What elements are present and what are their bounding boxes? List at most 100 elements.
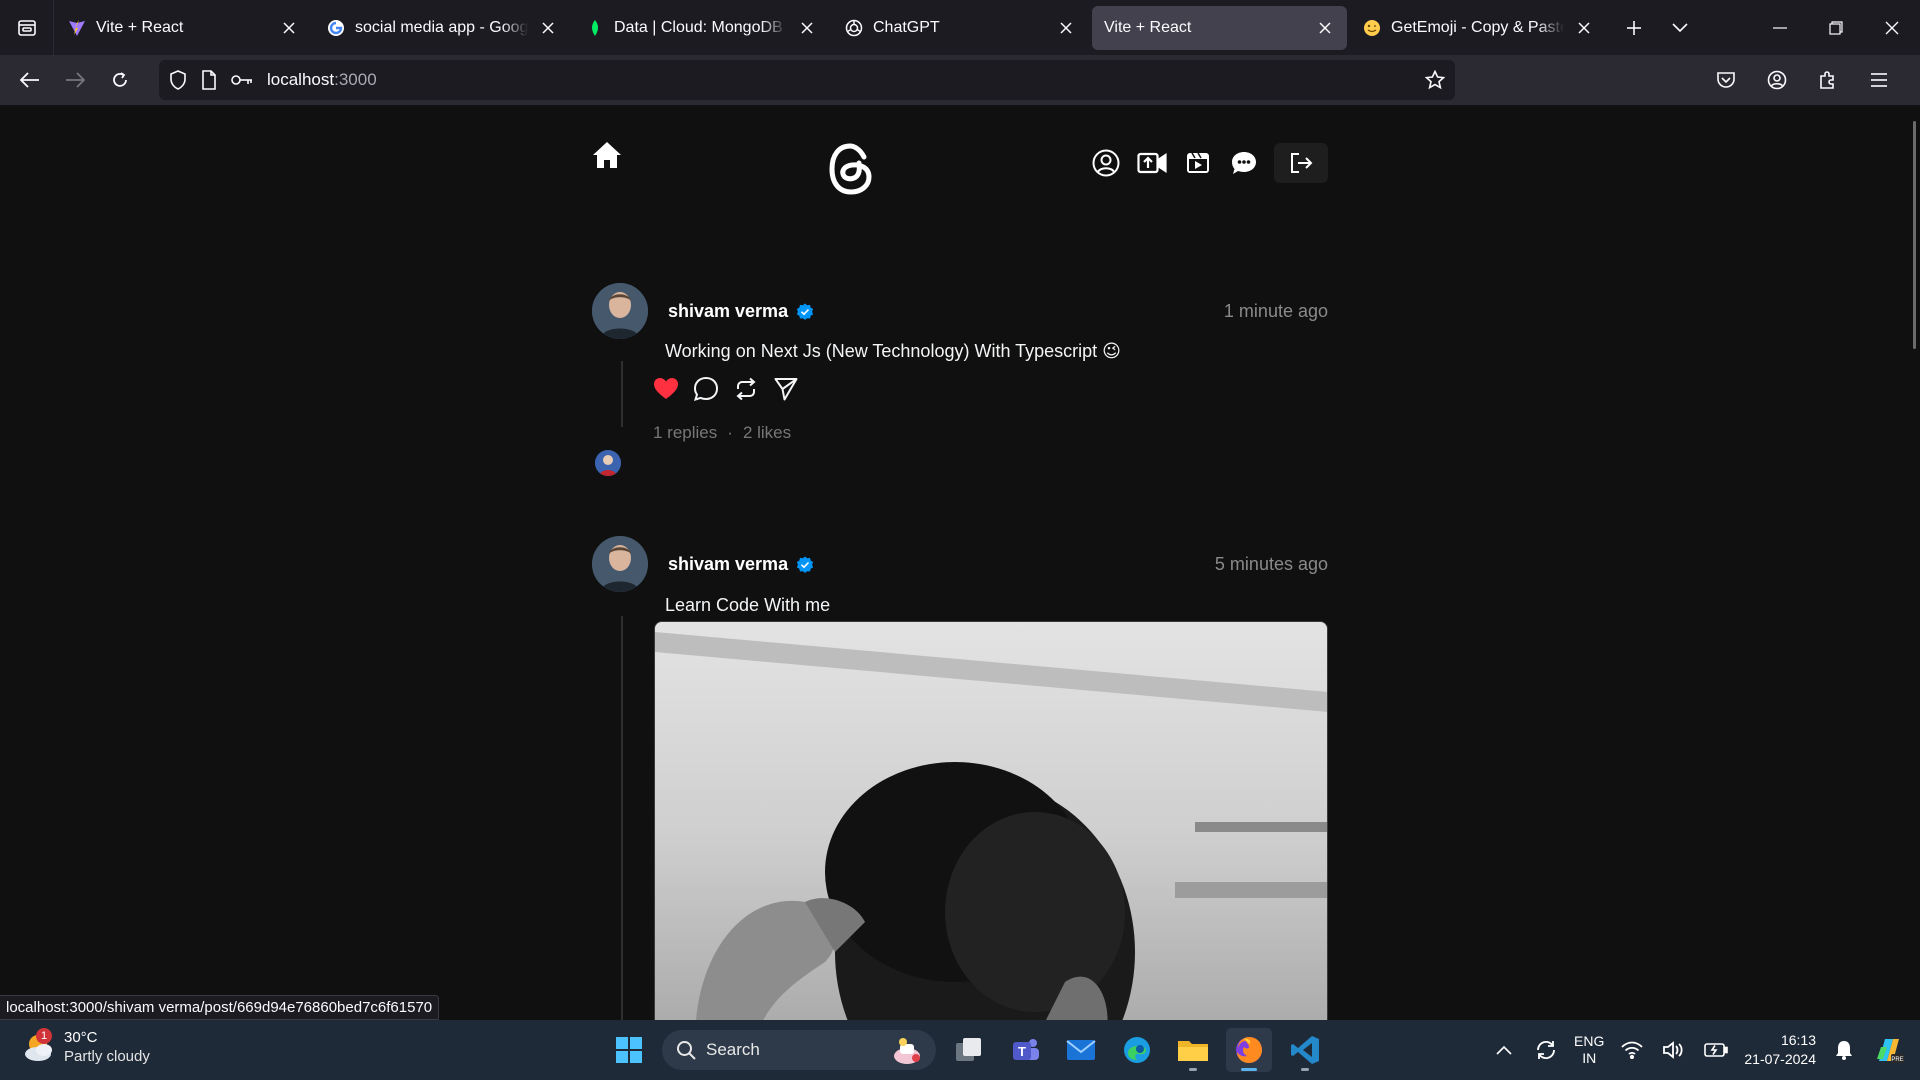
account-button[interactable]: [1757, 60, 1797, 100]
clock[interactable]: 16:13 21-07-2024: [1744, 1031, 1816, 1069]
close-icon[interactable]: [797, 18, 817, 38]
search-icon: [676, 1040, 696, 1060]
volume-button[interactable]: [1660, 1036, 1688, 1064]
home-button[interactable]: [592, 141, 622, 171]
forward-button[interactable]: [55, 60, 95, 100]
stats-separator: ·: [727, 423, 733, 442]
menu-button[interactable]: [1859, 60, 1899, 100]
username[interactable]: shivam verma: [668, 554, 788, 575]
reload-button[interactable]: [100, 60, 140, 100]
verified-badge-icon: [796, 556, 814, 574]
close-icon[interactable]: [1315, 18, 1335, 38]
weather-temp: 30°C: [64, 1029, 98, 1046]
list-all-tabs-button[interactable]: [1660, 8, 1700, 48]
bookmark-star-icon[interactable]: [1425, 70, 1445, 90]
logout-button[interactable]: [1274, 143, 1328, 183]
running-indicator: [1241, 1068, 1257, 1071]
web-page: shivam verma 1 minute ago Working on Nex…: [0, 105, 1920, 1020]
weather-badge: 1: [36, 1028, 52, 1044]
comment-button[interactable]: [692, 375, 720, 403]
chat-button[interactable]: [1228, 147, 1260, 179]
close-icon[interactable]: [1574, 18, 1594, 38]
pocket-button[interactable]: [1706, 60, 1746, 100]
firefox-app[interactable]: [1226, 1028, 1272, 1072]
show-hidden-icons-button[interactable]: [1490, 1036, 1518, 1064]
back-button[interactable]: [10, 60, 50, 100]
close-icon[interactable]: [538, 18, 558, 38]
comment-bubble-icon: [693, 376, 719, 402]
avatar[interactable]: [592, 283, 648, 339]
start-button[interactable]: [606, 1028, 652, 1072]
shield-icon[interactable]: [169, 70, 187, 90]
taskbar-search[interactable]: Search: [662, 1030, 936, 1070]
tab-getemoji[interactable]: GetEmoji - Copy & Paste All Emojis: [1351, 6, 1606, 50]
threads-logo[interactable]: [828, 143, 874, 195]
browser-navigation-bar: localhost:3000: [0, 55, 1920, 105]
restore-button[interactable]: [1808, 0, 1864, 55]
firefox-icon: [1234, 1035, 1264, 1065]
tab-google-search[interactable]: social media app - Google Search: [315, 6, 570, 50]
notifications-button[interactable]: [1830, 1036, 1858, 1064]
tab-chatgpt[interactable]: ChatGPT: [833, 6, 1088, 50]
edge-app[interactable]: [1114, 1028, 1160, 1072]
repost-button[interactable]: [732, 375, 760, 403]
tab-vite-react[interactable]: Vite + React: [56, 6, 311, 50]
post-image[interactable]: [654, 621, 1328, 1020]
mongodb-icon: [586, 19, 604, 37]
post-text: Learn Code With me: [665, 595, 831, 615]
mail-app[interactable]: [1058, 1028, 1104, 1072]
edge-icon: [1122, 1035, 1152, 1065]
like-button[interactable]: [652, 375, 680, 403]
post-stats: 1 replies · 2 likes: [653, 423, 791, 443]
logout-icon: [1289, 152, 1313, 174]
windows-taskbar: 1 30°C Partly cloudy Search T ENG IN 16:…: [0, 1020, 1920, 1080]
restore-icon: [1829, 20, 1843, 35]
sync-button[interactable]: [1532, 1036, 1560, 1064]
close-icon[interactable]: [279, 18, 299, 38]
svg-text:T: T: [1018, 1044, 1026, 1059]
battery-button[interactable]: [1702, 1036, 1730, 1064]
key-icon[interactable]: [231, 73, 253, 87]
weather-widget[interactable]: 1 30°C Partly cloudy: [22, 1028, 150, 1066]
page-icon[interactable]: [201, 70, 217, 90]
vscode-app[interactable]: [1282, 1028, 1328, 1072]
username[interactable]: shivam verma: [668, 301, 788, 322]
profile-button[interactable]: [1090, 147, 1122, 179]
new-tab-button[interactable]: [1614, 8, 1654, 48]
puzzle-icon: [1818, 70, 1838, 90]
bell-icon: [1835, 1040, 1853, 1060]
tab-vite-react-active[interactable]: Vite + React: [1092, 5, 1347, 50]
extensions-button[interactable]: [1808, 60, 1848, 100]
url-bar[interactable]: localhost:3000: [159, 60, 1455, 100]
minimize-button[interactable]: [1752, 0, 1808, 55]
replies-count[interactable]: 1 replies: [653, 423, 717, 443]
threads-logo-icon: [828, 143, 874, 195]
speaker-icon: [1663, 1041, 1685, 1059]
teams-app[interactable]: T: [1002, 1028, 1048, 1072]
post-card[interactable]: shivam verma 1 minute ago Working on Nex…: [592, 283, 1328, 483]
copilot-button[interactable]: PRE: [1872, 1036, 1906, 1064]
create-video-button[interactable]: [1136, 147, 1168, 179]
tab-mongodb[interactable]: Data | Cloud: MongoDB Cloud: [574, 6, 829, 50]
language-indicator[interactable]: ENG IN: [1574, 1033, 1604, 1067]
running-indicator: [1189, 1068, 1197, 1071]
chat-bubble-icon: [1230, 150, 1258, 176]
mail-icon: [1066, 1038, 1096, 1062]
wifi-button[interactable]: [1618, 1036, 1646, 1064]
task-view-button[interactable]: [946, 1028, 992, 1072]
likes-count[interactable]: 2 likes: [743, 423, 791, 443]
avatar[interactable]: [592, 536, 648, 592]
close-window-button[interactable]: [1864, 0, 1920, 55]
app-header: [592, 133, 1328, 197]
file-explorer-app[interactable]: [1170, 1028, 1216, 1072]
share-button[interactable]: [772, 375, 800, 403]
url-text[interactable]: localhost:3000: [267, 70, 1411, 90]
close-icon[interactable]: [1056, 18, 1076, 38]
sync-icon: [1534, 1038, 1558, 1062]
firefox-view-button[interactable]: [0, 0, 54, 55]
post-card[interactable]: shivam verma 5 minutes ago Learn Code Wi…: [592, 536, 1328, 1020]
scrollbar-thumb[interactable]: [1913, 121, 1916, 349]
reels-button[interactable]: [1182, 147, 1214, 179]
verified-badge-icon: [796, 303, 814, 321]
taskbar-apps: Search T: [606, 1028, 1328, 1072]
